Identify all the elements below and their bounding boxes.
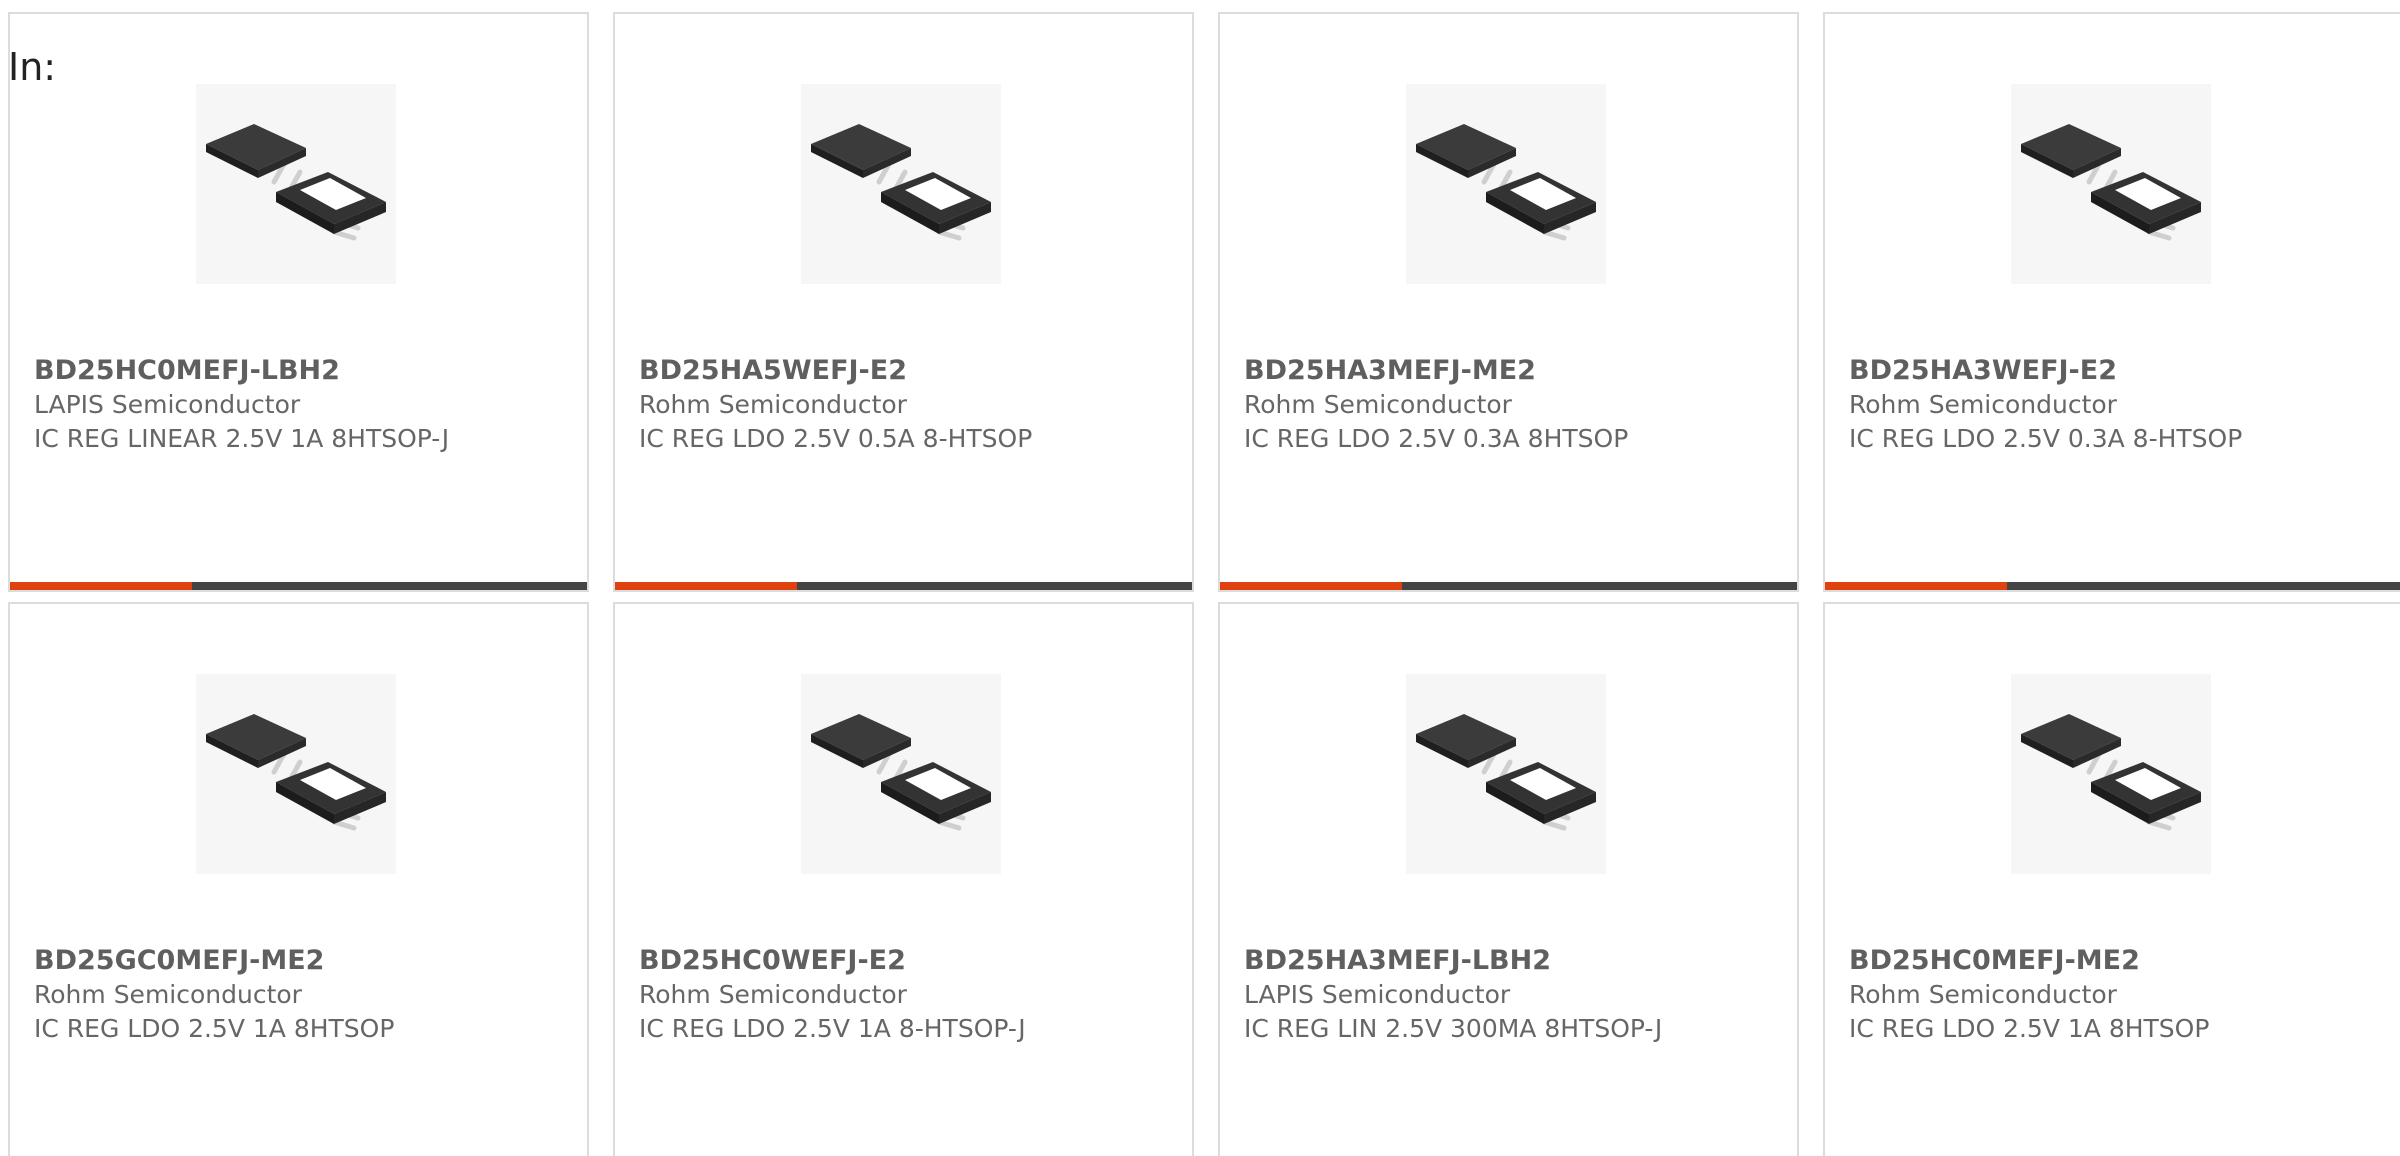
product-image[interactable] xyxy=(2011,84,2211,284)
manufacturer: LAPIS Semiconductor xyxy=(34,390,301,419)
product-card[interactable]: BD25HC0WEFJ-E2 Rohm Semiconductor IC REG… xyxy=(613,602,1194,1156)
part-number[interactable]: BD25HA3WEFJ-E2 xyxy=(1849,354,2269,388)
manufacturer: Rohm Semiconductor xyxy=(639,390,907,419)
product-card[interactable]: BD25HA5WEFJ-E2 Rohm Semiconductor IC REG… xyxy=(613,12,1194,592)
product-info: BD25HC0MEFJ-LBH2 LAPIS Semiconductor IC … xyxy=(34,354,454,456)
part-number[interactable]: BD25HC0WEFJ-E2 xyxy=(639,944,1059,978)
product-grid: BD25HC0MEFJ-LBH2 LAPIS Semiconductor IC … xyxy=(8,12,2400,1156)
product-image[interactable] xyxy=(196,674,396,874)
manufacturer: Rohm Semiconductor xyxy=(639,980,907,1009)
manufacturer: LAPIS Semiconductor xyxy=(1244,980,1511,1009)
product-info: BD25HA3WEFJ-E2 Rohm Semiconductor IC REG… xyxy=(1849,354,2269,456)
product-info: BD25HA5WEFJ-E2 Rohm Semiconductor IC REG… xyxy=(639,354,1059,456)
product-results-page: BD25HC0MEFJ-LBH2 LAPIS Semiconductor IC … xyxy=(0,0,2400,1156)
card-footer-bar xyxy=(615,582,1192,590)
card-footer-accent xyxy=(615,582,797,590)
manufacturer: Rohm Semiconductor xyxy=(1849,390,2117,419)
product-info: BD25HA3MEFJ-ME2 Rohm Semiconductor IC RE… xyxy=(1244,354,1664,456)
product-image[interactable] xyxy=(801,84,1001,284)
manufacturer: Rohm Semiconductor xyxy=(34,980,302,1009)
product-card[interactable]: BD25HA3MEFJ-LBH2 LAPIS Semiconductor IC … xyxy=(1218,602,1799,1156)
product-description: IC REG LDO 2.5V 0.3A 8-HTSOP xyxy=(1849,424,2243,453)
product-image[interactable] xyxy=(801,674,1001,874)
product-description: IC REG LINEAR 2.5V 1A 8HTSOP-J xyxy=(34,424,450,453)
part-number[interactable]: BD25HC0MEFJ-LBH2 xyxy=(34,354,454,388)
in-label: In: xyxy=(8,45,57,89)
product-description: IC REG LDO 2.5V 0.5A 8-HTSOP xyxy=(639,424,1033,453)
manufacturer: Rohm Semiconductor xyxy=(1849,980,2117,1009)
card-footer-bar xyxy=(1220,582,1797,590)
product-card[interactable]: BD25HC0MEFJ-ME2 Rohm Semiconductor IC RE… xyxy=(1823,602,2400,1156)
card-footer-accent xyxy=(1825,582,2007,590)
product-description: IC REG LDO 2.5V 1A 8-HTSOP-J xyxy=(639,1014,1026,1043)
ic-chip-8htsop-image xyxy=(1416,124,1596,241)
product-image[interactable] xyxy=(1406,84,1606,284)
part-number[interactable]: BD25HA3MEFJ-LBH2 xyxy=(1244,944,1664,978)
product-info: BD25GC0MEFJ-ME2 Rohm Semiconductor IC RE… xyxy=(34,944,454,1046)
product-info: BD25HC0MEFJ-ME2 Rohm Semiconductor IC RE… xyxy=(1849,944,2269,1046)
product-description: IC REG LIN 2.5V 300MA 8HTSOP-J xyxy=(1244,1014,1663,1043)
ic-chip-8htsop-image xyxy=(811,124,991,241)
product-description: IC REG LDO 2.5V 1A 8HTSOP xyxy=(34,1014,395,1043)
product-card[interactable]: BD25HA3MEFJ-ME2 Rohm Semiconductor IC RE… xyxy=(1218,12,1799,592)
product-card[interactable]: BD25HC0MEFJ-LBH2 LAPIS Semiconductor IC … xyxy=(8,12,589,592)
product-info: BD25HC0WEFJ-E2 Rohm Semiconductor IC REG… xyxy=(639,944,1059,1046)
product-image[interactable] xyxy=(2011,674,2211,874)
product-card[interactable]: BD25HA3WEFJ-E2 Rohm Semiconductor IC REG… xyxy=(1823,12,2400,592)
product-description: IC REG LDO 2.5V 1A 8HTSOP xyxy=(1849,1014,2210,1043)
ic-chip-8htsop-image xyxy=(206,124,386,241)
ic-chip-8htsop-image xyxy=(811,714,991,831)
part-number[interactable]: BD25HA5WEFJ-E2 xyxy=(639,354,1059,388)
part-number[interactable]: BD25GC0MEFJ-ME2 xyxy=(34,944,454,978)
product-info: BD25HA3MEFJ-LBH2 LAPIS Semiconductor IC … xyxy=(1244,944,1664,1046)
part-number[interactable]: BD25HA3MEFJ-ME2 xyxy=(1244,354,1664,388)
card-footer-bar xyxy=(1825,582,2400,590)
part-number[interactable]: BD25HC0MEFJ-ME2 xyxy=(1849,944,2269,978)
product-card[interactable]: BD25GC0MEFJ-ME2 Rohm Semiconductor IC RE… xyxy=(8,602,589,1156)
product-description: IC REG LDO 2.5V 0.3A 8HTSOP xyxy=(1244,424,1629,453)
card-footer-accent xyxy=(1220,582,1402,590)
ic-chip-8htsop-image xyxy=(1416,714,1596,831)
ic-chip-8htsop-image xyxy=(2021,714,2201,831)
product-image[interactable] xyxy=(196,84,396,284)
card-footer-bar xyxy=(10,582,587,590)
product-image[interactable] xyxy=(1406,674,1606,874)
manufacturer: Rohm Semiconductor xyxy=(1244,390,1512,419)
ic-chip-8htsop-image xyxy=(206,714,386,831)
ic-chip-8htsop-image xyxy=(2021,124,2201,241)
card-footer-accent xyxy=(10,582,192,590)
